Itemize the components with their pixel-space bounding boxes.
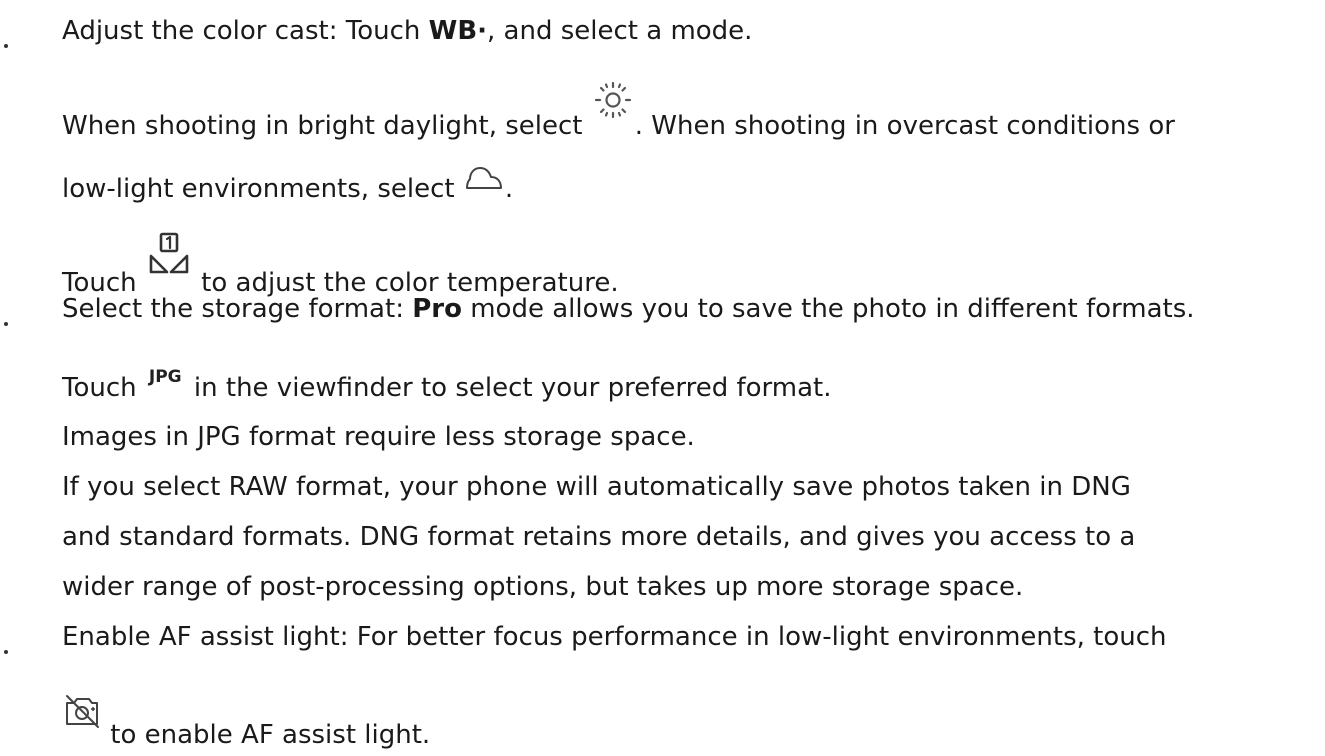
af-icon-line: to enable AF assist light. bbox=[62, 695, 430, 748]
jpg-line: Touch JPG in the viewfinder to select yo… bbox=[62, 367, 832, 403]
bullet bbox=[4, 322, 8, 326]
raw-line-3: wider range of post-processing options, … bbox=[62, 572, 1024, 602]
raw-line-1: If you select RAW format, your phone wil… bbox=[62, 472, 1131, 502]
bullet bbox=[4, 44, 8, 48]
color-temperature-icon bbox=[147, 231, 191, 275]
color-temperature-line: Touch to adjust the color temperature. bbox=[62, 232, 619, 296]
lowlight-line: low-light environments, select . bbox=[62, 167, 513, 202]
jpg-note: Images in JPG format require less storag… bbox=[62, 422, 695, 452]
sun-icon bbox=[593, 80, 633, 120]
daylight-line: When shooting in bright daylight, select… bbox=[62, 81, 1175, 139]
bullet bbox=[4, 650, 8, 654]
storage-paragraph: Select the storage format: Pro mode allo… bbox=[62, 294, 1195, 324]
af-paragraph: Enable AF assist light: For better focus… bbox=[62, 622, 1167, 652]
wb-label: WB· bbox=[428, 16, 488, 46]
wb-paragraph: Adjust the color cast: Touch WB·, and se… bbox=[62, 16, 753, 46]
jpg-format-icon: JPG bbox=[148, 367, 182, 387]
cloud-icon bbox=[464, 165, 504, 191]
raw-line-2: and standard formats. DNG format retains… bbox=[62, 522, 1136, 552]
af-assist-light-icon bbox=[62, 691, 102, 731]
pro-label: Pro bbox=[412, 294, 462, 324]
